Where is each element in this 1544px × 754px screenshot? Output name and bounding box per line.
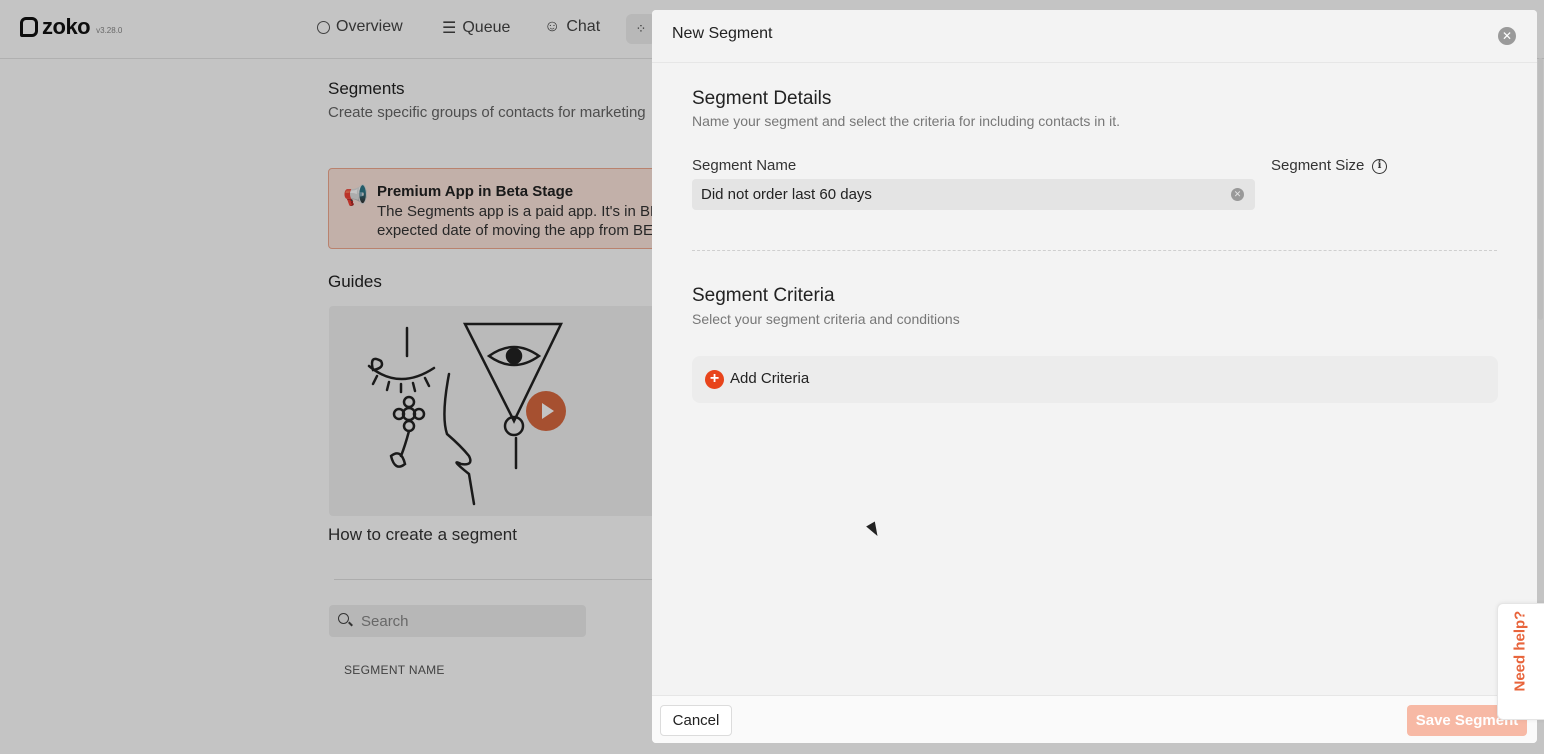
segment-name-label: Segment Name <box>692 157 797 174</box>
plus-icon: + <box>705 370 724 389</box>
segment-details-subtitle: Name your segment and select the criteri… <box>692 113 1120 129</box>
need-help-tab[interactable]: Need help? <box>1497 603 1544 720</box>
segment-size-label: Segment Size <box>1271 157 1365 174</box>
need-help-label: Need help? <box>1511 610 1529 692</box>
section-divider <box>692 250 1497 251</box>
info-icon[interactable]: i <box>1372 159 1387 174</box>
modal-title: New Segment <box>672 25 773 42</box>
segment-details-title: Segment Details <box>692 88 832 109</box>
close-icon[interactable]: ✕ <box>1498 27 1516 45</box>
add-criteria-button[interactable]: + Add Criteria <box>692 356 1498 403</box>
segment-name-input[interactable] <box>692 179 1255 210</box>
add-criteria-label: Add Criteria <box>730 370 810 387</box>
segment-criteria-title: Segment Criteria <box>692 285 835 306</box>
modal-footer: Cancel Save Segment <box>652 695 1537 743</box>
segment-criteria-subtitle: Select your segment criteria and conditi… <box>692 311 960 327</box>
modal-header: New Segment ✕ <box>652 10 1537 63</box>
clear-input-icon[interactable]: ✕ <box>1231 188 1244 201</box>
new-segment-modal: New Segment ✕ Segment Details Name your … <box>652 10 1537 743</box>
cancel-button[interactable]: Cancel <box>660 705 732 736</box>
page-scrollbar[interactable] <box>1538 58 1543 320</box>
